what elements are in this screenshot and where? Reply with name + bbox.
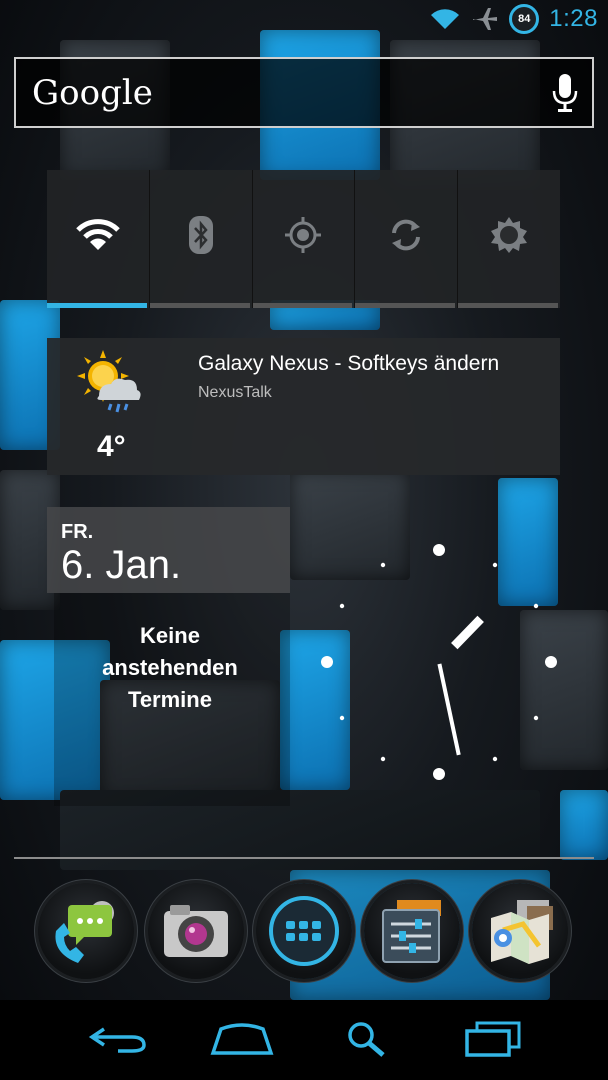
toggle-sync[interactable] bbox=[355, 170, 459, 308]
search-icon bbox=[348, 1022, 385, 1057]
analog-clock[interactable] bbox=[314, 540, 564, 790]
sun-cloud-rain-icon bbox=[77, 350, 141, 413]
sync-icon bbox=[392, 219, 421, 251]
news-headline: Galaxy Nexus - Softkeys ändern bbox=[198, 352, 500, 375]
power-control-widget bbox=[47, 170, 560, 308]
recent-apps-icon bbox=[465, 1021, 521, 1057]
search-button[interactable] bbox=[328, 1014, 408, 1064]
brightness-icon bbox=[491, 217, 528, 253]
toggle-gps[interactable] bbox=[252, 170, 356, 308]
dock bbox=[0, 878, 608, 993]
wifi-icon bbox=[431, 9, 460, 29]
clock-minor-tick bbox=[339, 603, 345, 609]
dock-divider bbox=[14, 857, 594, 859]
clock-minor-tick bbox=[492, 562, 498, 568]
toggle-indicator bbox=[47, 303, 147, 308]
clock-minor-tick bbox=[533, 603, 539, 609]
status-bar: 84 1:28 bbox=[0, 0, 608, 44]
home-button[interactable] bbox=[202, 1014, 282, 1064]
dock-settings[interactable] bbox=[364, 883, 460, 979]
mic-icon[interactable] bbox=[552, 73, 578, 113]
navigation-bar bbox=[0, 1000, 608, 1080]
clock-major-tick bbox=[545, 656, 557, 668]
toggle-bluetooth[interactable] bbox=[149, 170, 253, 308]
google-search-bar[interactable]: Google bbox=[14, 57, 594, 128]
toggle-indicator bbox=[458, 303, 558, 308]
calendar-empty-line1: Keine bbox=[140, 623, 200, 648]
calendar-date-header[interactable]: FR. 6. Jan. bbox=[47, 507, 290, 593]
clock-ticks bbox=[321, 544, 557, 780]
calendar-empty-line2: anstehenden bbox=[102, 655, 238, 680]
calendar-day: FR. bbox=[61, 521, 94, 543]
toggle-wifi[interactable] bbox=[47, 170, 150, 308]
battery-icon: 84 bbox=[509, 4, 540, 34]
google-logo: Google bbox=[32, 73, 153, 113]
phone-chat-icon bbox=[55, 901, 114, 963]
settings-sliders-icon bbox=[382, 900, 441, 963]
wifi-icon bbox=[76, 219, 120, 250]
dock-phone-messaging-folder[interactable] bbox=[38, 883, 134, 979]
toggle-indicator bbox=[252, 303, 353, 308]
toggle-brightness[interactable] bbox=[458, 170, 560, 308]
maps-icon bbox=[491, 900, 553, 964]
calendar-date: 6. Jan. bbox=[61, 543, 182, 587]
clock-major-tick bbox=[321, 656, 333, 668]
clock-minor-tick bbox=[380, 756, 386, 762]
back-button[interactable] bbox=[78, 1014, 158, 1064]
calendar-empty-line3: Termine bbox=[128, 687, 212, 712]
dock-maps-folder[interactable] bbox=[472, 883, 568, 979]
back-icon bbox=[88, 1027, 146, 1053]
toggle-indicator bbox=[355, 303, 456, 308]
status-time: 1:28 bbox=[549, 5, 598, 32]
camera-icon bbox=[164, 905, 228, 957]
toggle-indicator bbox=[149, 303, 250, 308]
clock-minor-tick bbox=[492, 756, 498, 762]
clock-minor-tick bbox=[533, 715, 539, 721]
clock-major-tick bbox=[433, 768, 445, 780]
clock-major-tick bbox=[433, 544, 445, 556]
calendar-empty-text: Keine anstehenden Termine bbox=[70, 620, 270, 716]
news-weather-widget[interactable]: 4° Galaxy Nexus - Softkeys ändern NexusT… bbox=[47, 338, 560, 475]
battery-level: 84 bbox=[518, 13, 531, 25]
clock-hour-hand bbox=[451, 615, 484, 650]
clock-minute-hand bbox=[437, 663, 461, 756]
temperature: 4° bbox=[97, 430, 126, 463]
news-source: NexusTalk bbox=[198, 384, 272, 401]
airplane-mode-icon bbox=[473, 8, 498, 30]
home-icon bbox=[210, 1023, 274, 1055]
clock-minor-tick bbox=[339, 715, 345, 721]
recent-apps-button[interactable] bbox=[452, 1014, 532, 1064]
bluetooth-icon bbox=[188, 216, 213, 254]
dock-app-drawer[interactable] bbox=[256, 883, 352, 979]
dock-camera[interactable] bbox=[148, 883, 244, 979]
gps-icon bbox=[285, 217, 322, 253]
clock-minor-tick bbox=[380, 562, 386, 568]
app-drawer-icon bbox=[269, 896, 339, 966]
